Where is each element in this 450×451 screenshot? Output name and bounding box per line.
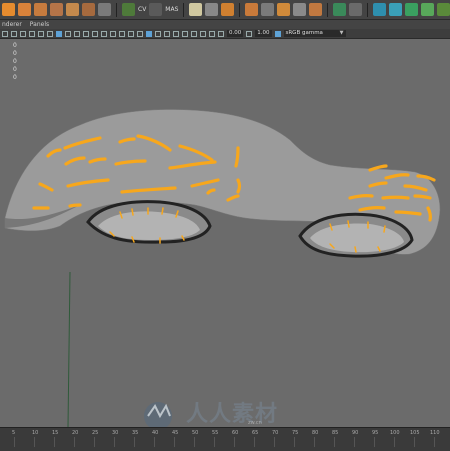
arch-stroke xyxy=(131,208,134,216)
timeline-tick xyxy=(334,437,335,447)
timeline-tick xyxy=(134,437,135,447)
timeline-label: 30 xyxy=(112,430,119,436)
timeline-label: 5 xyxy=(12,430,16,436)
timeline-label: 40 xyxy=(152,430,159,436)
timeline-label: 90 xyxy=(352,430,359,436)
timeline-tick xyxy=(274,437,275,447)
timeline-label: 60 xyxy=(232,430,239,436)
timeline-label: 70 xyxy=(272,430,279,436)
timeline-tick xyxy=(294,437,295,447)
timeline-tick xyxy=(74,437,75,447)
timeline-label: 20 xyxy=(72,430,79,436)
timeline-tick xyxy=(354,437,355,447)
timeline-label: 110 xyxy=(430,430,440,436)
timeline-tick xyxy=(94,437,95,447)
timeline-label: 45 xyxy=(172,430,179,436)
timeline-label: 50 xyxy=(192,430,199,436)
watermark-sub: zw.cn xyxy=(248,420,262,426)
timeline-tick xyxy=(114,437,115,447)
timeline-label: 10 xyxy=(32,430,39,436)
arch-stroke xyxy=(347,220,350,228)
arch-stroke xyxy=(161,207,164,215)
timeline-label: 65 xyxy=(252,430,259,436)
timeline-label: 25 xyxy=(92,430,99,436)
timeline-tick xyxy=(194,437,195,447)
timeline-tick xyxy=(254,437,255,447)
timeline-label: 105 xyxy=(410,430,420,436)
timeline-tick xyxy=(414,437,415,447)
timeline-tick xyxy=(434,437,435,447)
arch-stroke xyxy=(354,246,357,253)
timeline-tick xyxy=(214,437,215,447)
timeline-tick xyxy=(174,437,175,447)
stroke-line xyxy=(381,195,410,200)
timeline-label: 95 xyxy=(372,430,379,436)
timeline-tick xyxy=(314,437,315,447)
timeline-label: 15 xyxy=(52,430,59,436)
timeline-label: 80 xyxy=(312,430,319,436)
timeline-tick xyxy=(54,437,55,447)
watermark-text: 人人素材 xyxy=(186,402,279,427)
timeline-label: 75 xyxy=(292,430,299,436)
stroke-line xyxy=(236,178,242,194)
timeline-label: 55 xyxy=(212,430,219,436)
timeline-label: 100 xyxy=(390,430,400,436)
viewport-scene[interactable] xyxy=(0,0,450,450)
timeline-label: 35 xyxy=(132,430,139,436)
timeline-tick xyxy=(34,437,35,447)
time-slider[interactable]: 5 10 15 20 25 30 35 40 45 50 55 60 65 70… xyxy=(0,427,450,451)
watermark-logo xyxy=(144,402,172,430)
timeline-tick xyxy=(154,437,155,447)
timeline-tick xyxy=(14,437,15,447)
arch-stroke xyxy=(383,225,386,233)
timeline-label: 85 xyxy=(332,430,339,436)
timeline-tick xyxy=(374,437,375,447)
timeline-tick xyxy=(234,437,235,447)
grid-axis-line xyxy=(67,271,71,428)
stroke-line xyxy=(68,203,82,208)
timeline-tick xyxy=(394,437,395,447)
